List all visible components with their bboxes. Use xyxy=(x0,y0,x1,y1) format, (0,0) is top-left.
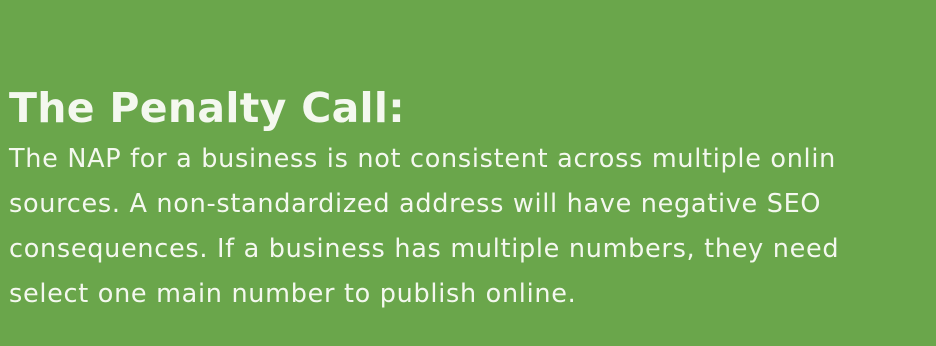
body-line-2: sources. A non-standardized address will… xyxy=(9,189,822,219)
panel-body: The NAP for a business is not consistent… xyxy=(9,137,839,317)
body-line-4: select one main number to publish online… xyxy=(9,279,577,309)
body-line-3: consequences. If a business has multiple… xyxy=(9,234,840,264)
body-line-1: The NAP for a business is not consistent… xyxy=(9,144,836,174)
penalty-call-panel: The Penalty Call: The NAP for a business… xyxy=(0,0,936,346)
panel-title: The Penalty Call: xyxy=(9,84,405,132)
